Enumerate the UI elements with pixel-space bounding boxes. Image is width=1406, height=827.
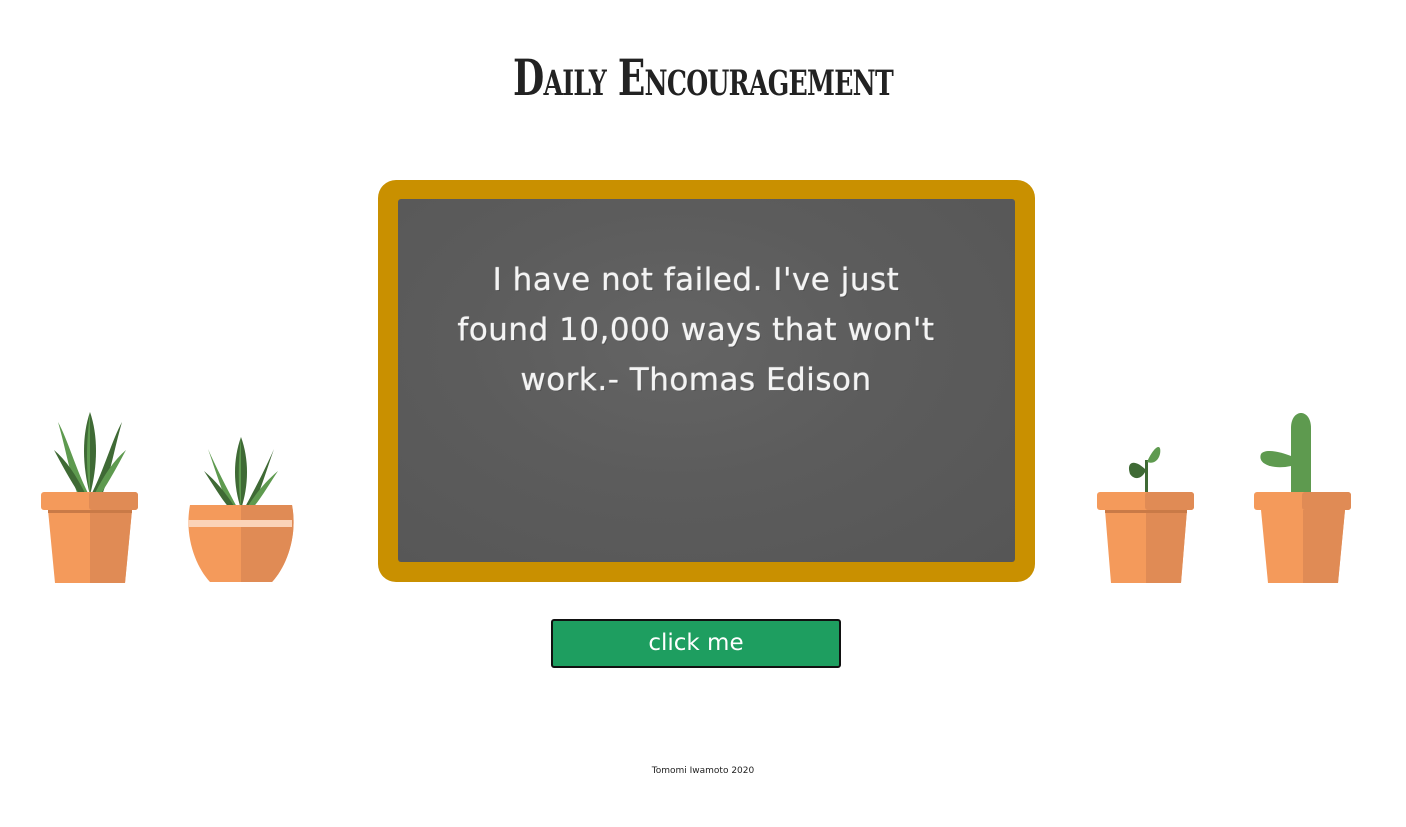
chalkboard-frame: I have not failed. I've just found 10,00… bbox=[378, 180, 1035, 582]
potted-snake-plant-icon bbox=[41, 412, 138, 583]
cactus-pot-icon bbox=[1254, 413, 1351, 583]
click-me-button[interactable]: click me bbox=[551, 619, 841, 668]
page-title: Daily Encouragement bbox=[512, 48, 894, 107]
chalkboard: I have not failed. I've just found 10,00… bbox=[398, 199, 1015, 562]
seedling-pot-icon bbox=[1097, 447, 1194, 583]
round-pot-plant-icon bbox=[188, 437, 294, 582]
quote-text: I have not failed. I've just found 10,00… bbox=[457, 262, 935, 398]
footer-credit: Tomomi Iwamoto 2020 bbox=[651, 766, 755, 776]
